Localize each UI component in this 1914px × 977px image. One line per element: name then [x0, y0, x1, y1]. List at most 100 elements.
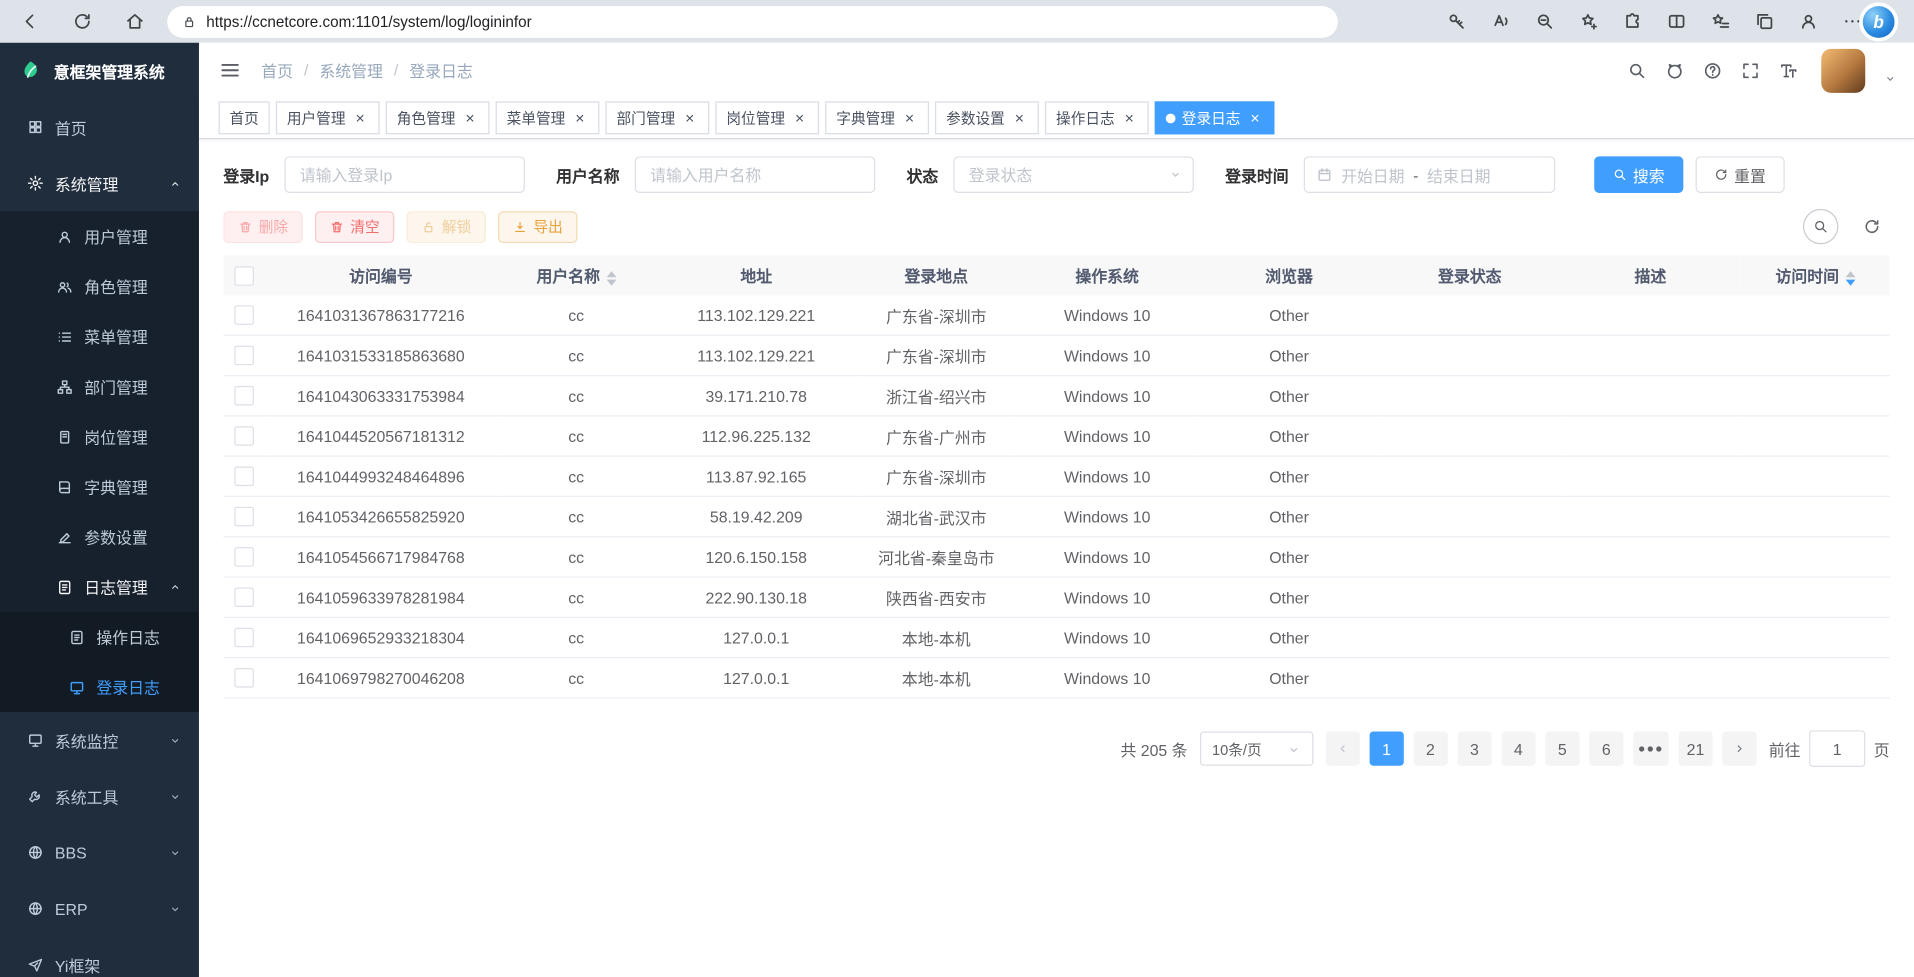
- row-checkbox[interactable]: [234, 668, 254, 688]
- sidebar-item-menu-management[interactable]: 菜单管理: [0, 311, 199, 361]
- home-icon[interactable]: [125, 11, 146, 32]
- date-range-picker[interactable]: 开始日期 - 结束日期: [1303, 156, 1554, 193]
- row-checkbox[interactable]: [234, 306, 254, 326]
- row-checkbox[interactable]: [234, 628, 254, 648]
- sidebar-item-param-settings[interactable]: 参数设置: [0, 512, 199, 562]
- page-size-select[interactable]: 10条/页: [1200, 732, 1314, 766]
- goto-page-input[interactable]: [1809, 730, 1865, 767]
- sidebar-item-log-management[interactable]: 日志管理: [0, 562, 199, 612]
- sidebar-item-yi-framework[interactable]: Yi框架: [0, 937, 199, 977]
- row-checkbox[interactable]: [234, 588, 254, 608]
- select-all-checkbox[interactable]: [234, 266, 254, 286]
- login-ip-input[interactable]: [284, 156, 524, 193]
- tab-menu-management[interactable]: 菜单管理×: [496, 101, 600, 134]
- reset-button[interactable]: 重置: [1695, 156, 1784, 193]
- delete-button[interactable]: 删除: [223, 211, 302, 243]
- sidebar-item-login-log[interactable]: 登录日志: [0, 662, 199, 712]
- close-icon[interactable]: ×: [1011, 109, 1028, 126]
- start-date-placeholder[interactable]: 开始日期: [1341, 163, 1404, 186]
- page-button-1[interactable]: 1: [1369, 732, 1403, 766]
- zoom-out-icon[interactable]: [1534, 11, 1555, 32]
- user-name-input[interactable]: [634, 156, 874, 193]
- close-icon[interactable]: ×: [901, 109, 918, 126]
- breadcrumb-item[interactable]: 系统管理: [319, 59, 382, 82]
- more-pages-button[interactable]: ●●●: [1633, 732, 1669, 766]
- tab-param-settings[interactable]: 参数设置×: [935, 101, 1039, 134]
- tab-user-management[interactable]: 用户管理×: [276, 101, 380, 134]
- sort-desc-icon[interactable]: [606, 279, 616, 285]
- sort-desc-icon[interactable]: [1845, 279, 1855, 285]
- close-icon[interactable]: ×: [1247, 109, 1264, 126]
- breadcrumb-item[interactable]: 首页: [261, 59, 293, 82]
- sort-asc-icon[interactable]: [1845, 271, 1855, 277]
- avatar-caret-icon[interactable]: [1884, 71, 1897, 84]
- page-button-4[interactable]: 4: [1501, 732, 1535, 766]
- status-select[interactable]: [953, 156, 1193, 193]
- fullscreen-icon[interactable]: [1741, 60, 1761, 80]
- add-favorite-icon[interactable]: [1578, 11, 1599, 32]
- sidebar-item-system-tools[interactable]: 系统工具: [0, 768, 199, 824]
- table-row[interactable]: 1641043063331753984cc39.171.210.78浙江省-绍兴…: [223, 376, 1889, 416]
- sidebar-item-post-management[interactable]: 岗位管理: [0, 412, 199, 462]
- search-button[interactable]: 搜索: [1594, 156, 1683, 193]
- row-checkbox[interactable]: [234, 427, 254, 447]
- end-date-placeholder[interactable]: 结束日期: [1427, 163, 1490, 186]
- close-icon[interactable]: ×: [352, 109, 369, 126]
- tab-operation-log[interactable]: 操作日志×: [1045, 101, 1149, 134]
- status-select-input[interactable]: [953, 156, 1193, 193]
- row-checkbox[interactable]: [234, 467, 254, 487]
- prev-page-button[interactable]: [1325, 732, 1359, 766]
- github-icon[interactable]: [1665, 60, 1685, 80]
- table-row[interactable]: 1641031367863177216cc113.102.129.221广东省-…: [223, 296, 1889, 336]
- profile-icon[interactable]: [1798, 11, 1819, 32]
- table-row[interactable]: 1641044520567181312cc112.96.225.132广东省-广…: [223, 416, 1889, 456]
- row-checkbox[interactable]: [234, 386, 254, 406]
- column-header-select[interactable]: [223, 255, 265, 295]
- sort-carets[interactable]: [1845, 271, 1855, 286]
- sidebar-item-system-monitor[interactable]: 系统监控: [0, 712, 199, 768]
- row-checkbox[interactable]: [234, 346, 254, 366]
- url-text[interactable]: https://ccnetcore.com:1101/system/log/lo…: [206, 13, 531, 30]
- sidebar-item-dept-management[interactable]: 部门管理: [0, 362, 199, 412]
- table-row[interactable]: 1641069798270046208cc127.0.0.1本地-本机Windo…: [223, 658, 1889, 698]
- table-row[interactable]: 1641054566717984768cc120.6.150.158河北省-秦皇…: [223, 537, 1889, 577]
- table-row[interactable]: 1641053426655825920cc58.19.42.209湖北省-武汉市…: [223, 496, 1889, 536]
- sidebar-item-dict-management[interactable]: 字典管理: [0, 462, 199, 512]
- close-icon[interactable]: ×: [461, 109, 478, 126]
- collections-icon[interactable]: [1754, 11, 1775, 32]
- read-aloud-icon[interactable]: [1490, 11, 1511, 32]
- sidebar-item-erp[interactable]: ERP: [0, 881, 199, 937]
- sidebar-item-user-management[interactable]: 用户管理: [0, 211, 199, 261]
- sidebar-item-bbs[interactable]: BBS: [0, 824, 199, 880]
- back-icon[interactable]: [20, 11, 41, 32]
- tab-post-management[interactable]: 岗位管理×: [715, 101, 819, 134]
- page-button-3[interactable]: 3: [1457, 732, 1491, 766]
- address-bar[interactable]: https://ccnetcore.com:1101/system/log/lo…: [167, 5, 1338, 37]
- key-icon[interactable]: [1447, 11, 1468, 32]
- tab-home[interactable]: 首页: [219, 101, 270, 134]
- row-checkbox[interactable]: [234, 507, 254, 527]
- page-button-2[interactable]: 2: [1413, 732, 1447, 766]
- sidebar-toggle-icon[interactable]: [219, 59, 242, 82]
- close-icon[interactable]: ×: [571, 109, 588, 126]
- column-header-user-name[interactable]: 用户名称: [497, 255, 656, 295]
- next-page-button[interactable]: [1722, 732, 1756, 766]
- tab-dict-management[interactable]: 字典管理×: [825, 101, 929, 134]
- unlock-button[interactable]: 解锁: [407, 211, 486, 243]
- sidebar-item-role-management[interactable]: 角色管理: [0, 261, 199, 311]
- close-icon[interactable]: ×: [791, 109, 808, 126]
- page-button-21[interactable]: 21: [1678, 732, 1712, 766]
- sort-carets[interactable]: [606, 271, 616, 286]
- sidebar-item-home[interactable]: 首页: [0, 99, 199, 155]
- sort-asc-icon[interactable]: [606, 271, 616, 277]
- page-button-6[interactable]: 6: [1589, 732, 1623, 766]
- table-row[interactable]: 1641069652933218304cc127.0.0.1本地-本机Windo…: [223, 617, 1889, 657]
- extensions-icon[interactable]: [1622, 11, 1643, 32]
- avatar[interactable]: [1821, 48, 1865, 92]
- close-icon[interactable]: ×: [681, 109, 698, 126]
- tab-login-log[interactable]: 登录日志×: [1155, 101, 1275, 134]
- page-button-5[interactable]: 5: [1545, 732, 1579, 766]
- table-row[interactable]: 1641044993248464896cc113.87.92.165广东省-深圳…: [223, 456, 1889, 496]
- clear-button[interactable]: 清空: [315, 211, 394, 243]
- split-screen-icon[interactable]: [1666, 11, 1687, 32]
